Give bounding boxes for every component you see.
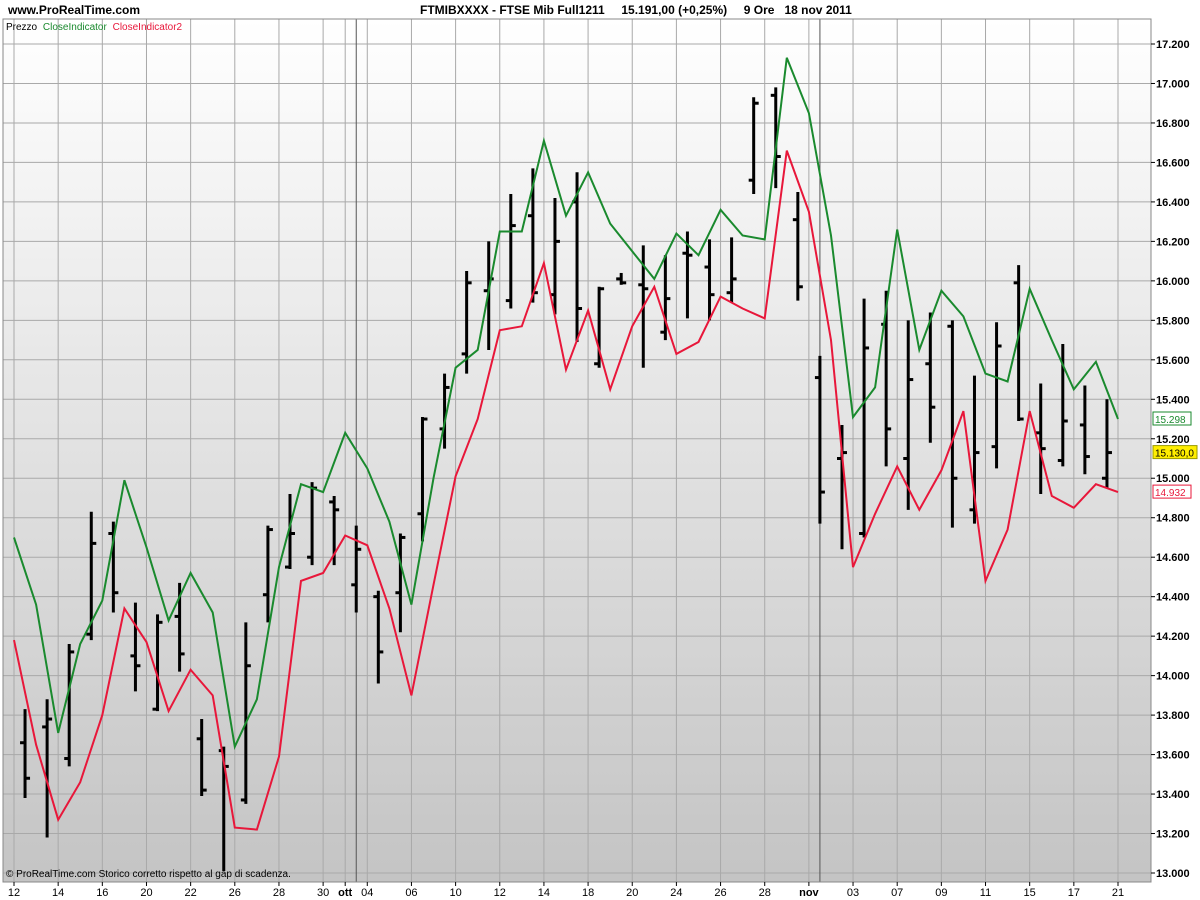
y-tick-label: 14.800 xyxy=(1156,513,1190,525)
x-axis: 12 14 16 20 22 26 28 30 ott 04 06 10 12 14 18 20 24 26 28 n… xyxy=(8,882,1124,899)
x-tick-label: 22 xyxy=(185,887,197,899)
y-tick-label: 13.200 xyxy=(1156,829,1190,841)
y-tick-label: 14.400 xyxy=(1156,592,1190,604)
x-tick-label: 09 xyxy=(935,887,947,899)
x-tick-label: 04 xyxy=(361,887,373,899)
plot-area xyxy=(3,19,1151,882)
x-tick-label: 15 xyxy=(1024,887,1036,899)
svg-text:15.130,0: 15.130,0 xyxy=(1155,449,1194,460)
y-tick-label: 16.400 xyxy=(1156,197,1190,209)
x-tick-label: 21 xyxy=(1112,887,1124,899)
badge-indicator2: 14.932 xyxy=(1152,484,1192,499)
legend: Prezzo CloseIndicator CloseIndicator2 xyxy=(6,22,183,33)
x-tick-label: 12 xyxy=(494,887,506,899)
x-tick-label: 30 xyxy=(317,887,329,899)
x-tick-label: 14 xyxy=(538,887,550,899)
footer-note: © ProRealTime.com Storico corretto rispe… xyxy=(6,869,291,880)
badge-price: 15.130,0 xyxy=(1152,445,1198,460)
x-tick-label: 07 xyxy=(891,887,903,899)
y-tick-label: 15.800 xyxy=(1156,315,1190,327)
chart-title: FTMIBXXXX - FTSE Mib Full1211 15.191,00 … xyxy=(420,3,852,17)
x-tick-label: 14 xyxy=(52,887,64,899)
x-tick-label: 11 xyxy=(980,887,991,899)
chart: www.ProRealTime.com FTMIBXXXX - FTSE Mib… xyxy=(0,0,1200,899)
x-tick-label: 18 xyxy=(582,887,594,899)
legend-indicator2: CloseIndicator2 xyxy=(113,22,183,33)
x-tick-label: 26 xyxy=(714,887,726,899)
y-tick-label: 13.800 xyxy=(1156,710,1190,722)
site-name: www.ProRealTime.com xyxy=(7,3,140,17)
x-tick-label: 12 xyxy=(8,887,20,899)
y-tick-label: 14.600 xyxy=(1156,552,1190,564)
value-badges: 15.298 15.130,0 14.932 xyxy=(1152,411,1198,499)
x-tick-label: 17 xyxy=(1068,887,1080,899)
y-tick-label: 15.600 xyxy=(1156,355,1190,367)
x-tick-label: 16 xyxy=(96,887,108,899)
x-tick-label: 28 xyxy=(273,887,285,899)
y-tick-label: 17.000 xyxy=(1156,78,1190,90)
x-tick-label: 06 xyxy=(405,887,417,899)
y-tick-label: 16.600 xyxy=(1156,157,1190,169)
x-tick-label: nov xyxy=(799,887,819,899)
x-tick-label: 28 xyxy=(759,887,771,899)
y-tick-label: 15.200 xyxy=(1156,434,1190,446)
legend-indicator1: CloseIndicator xyxy=(43,22,108,33)
badge-indicator1: 15.298 xyxy=(1152,411,1192,426)
y-tick-label: 14.200 xyxy=(1156,631,1190,643)
x-tick-label: 20 xyxy=(626,887,638,899)
x-tick-label: 26 xyxy=(229,887,241,899)
x-tick-label: 24 xyxy=(670,887,682,899)
x-tick-label: 10 xyxy=(449,887,461,899)
y-tick-label: 17.200 xyxy=(1156,39,1190,51)
y-tick-label: 13.600 xyxy=(1156,750,1190,762)
y-tick-label: 16.800 xyxy=(1156,118,1190,130)
svg-text:15.298: 15.298 xyxy=(1155,415,1186,426)
legend-price: Prezzo xyxy=(6,22,38,33)
x-tick-label: ott xyxy=(338,887,352,899)
x-tick-label: 20 xyxy=(140,887,152,899)
y-tick-label: 13.400 xyxy=(1156,789,1190,801)
y-tick-label: 15.000 xyxy=(1156,473,1190,485)
y-tick-label: 16.200 xyxy=(1156,236,1190,248)
y-tick-label: 16.000 xyxy=(1156,276,1190,288)
svg-text:14.932: 14.932 xyxy=(1155,488,1186,499)
x-tick-label: 03 xyxy=(847,887,859,899)
y-tick-label: 15.400 xyxy=(1156,394,1190,406)
y-tick-label: 14.000 xyxy=(1156,671,1190,683)
y-tick-label: 13.000 xyxy=(1156,868,1190,880)
